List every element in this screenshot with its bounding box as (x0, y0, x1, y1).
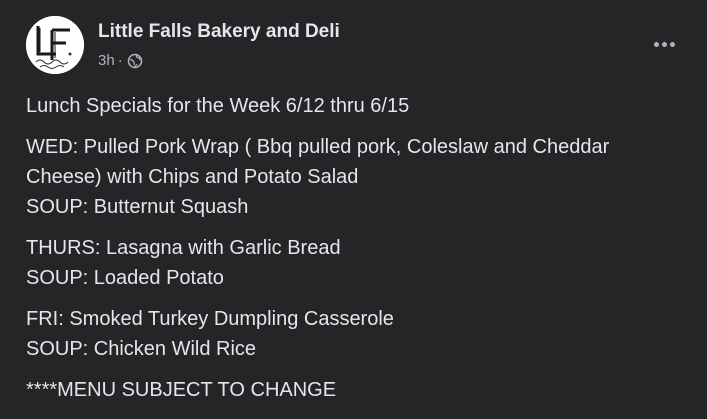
post-text: Lunch Specials for the Week 6/12 thru 6/… (26, 91, 696, 405)
post-paragraph: Lunch Specials for the Week 6/12 thru 6/… (26, 91, 696, 121)
page-avatar[interactable] (26, 16, 84, 74)
bakery-logo (26, 16, 84, 74)
post-timestamp[interactable]: 3h (98, 52, 115, 69)
globe-icon[interactable] (127, 53, 143, 69)
post-meta: 3h · (98, 52, 143, 69)
facebook-post: Little Falls Bakery and Deli 3h · Lunch … (0, 0, 707, 419)
post-line: THURS: Lasagna with Garlic Bread (26, 237, 341, 259)
meta-separator: · (117, 52, 123, 69)
post-line: SOUP: Loaded Potato (26, 267, 224, 289)
dot (669, 41, 675, 47)
post-line: SOUP: Butternut Squash (26, 196, 249, 218)
post-line: Lunch Specials for the Week 6/12 thru 6/… (26, 95, 410, 117)
post-paragraph: FRI: Smoked Turkey Dumpling Casserole SO… (26, 304, 696, 364)
post-paragraph: WED: Pulled Pork Wrap ( Bbq pulled pork,… (26, 132, 696, 222)
dot (653, 41, 659, 47)
post-line: Cheese) with Chips and Potato Salad (26, 166, 359, 188)
post-paragraph: THURS: Lasagna with Garlic Bread SOUP: L… (26, 233, 696, 293)
post-line: FRI: Smoked Turkey Dumpling Casserole (26, 308, 394, 330)
post-line: WED: Pulled Pork Wrap ( Bbq pulled pork,… (26, 136, 610, 158)
post-paragraph: ****MENU SUBJECT TO CHANGE (26, 375, 696, 405)
dot (661, 41, 667, 47)
post-line: SOUP: Chicken Wild Rice (26, 338, 257, 360)
post-line: ****MENU SUBJECT TO CHANGE (26, 379, 337, 401)
page-name-link[interactable]: Little Falls Bakery and Deli (98, 21, 340, 43)
more-options-icon[interactable] (646, 30, 682, 58)
